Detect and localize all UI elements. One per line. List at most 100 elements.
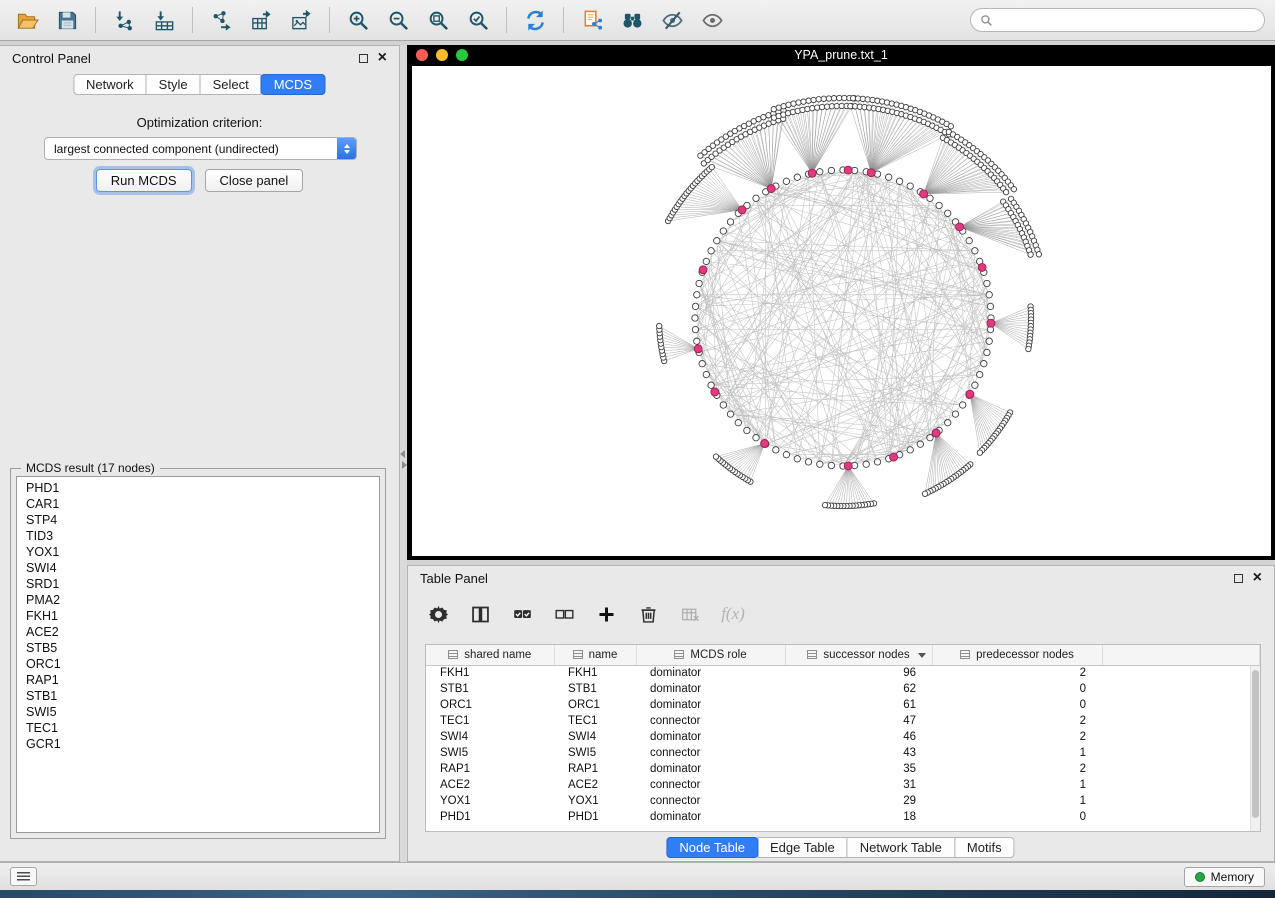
ring-node[interactable]: [692, 326, 698, 332]
ring-node[interactable]: [972, 248, 978, 254]
leaf-node[interactable]: [816, 97, 821, 102]
hide-selected-icon[interactable]: [655, 4, 689, 36]
ring-node[interactable]: [783, 452, 789, 458]
zoom-out-icon[interactable]: [381, 4, 415, 36]
tab-select[interactable]: Select: [200, 74, 262, 95]
import-table-file-icon[interactable]: [147, 4, 181, 36]
search-box[interactable]: [970, 8, 1265, 32]
mcds-result-item[interactable]: ACE2: [26, 624, 379, 640]
dominator-node[interactable]: [738, 206, 746, 214]
ring-node[interactable]: [817, 169, 823, 175]
leaf-node[interactable]: [826, 96, 831, 101]
mcds-result-item[interactable]: FKH1: [26, 608, 379, 624]
search-input[interactable]: [999, 13, 1255, 27]
function-builder-icon[interactable]: f(x): [718, 600, 746, 628]
ring-node[interactable]: [986, 338, 992, 344]
dominator-node[interactable]: [987, 319, 995, 327]
ring-node[interactable]: [735, 420, 741, 426]
dominator-node[interactable]: [966, 390, 974, 398]
column-header-name[interactable]: name: [554, 645, 636, 665]
leaf-node[interactable]: [822, 502, 827, 507]
dominator-node[interactable]: [956, 223, 964, 231]
search-network-icon[interactable]: [615, 4, 649, 36]
leaf-node[interactable]: [977, 450, 982, 455]
ring-node[interactable]: [986, 292, 992, 298]
ring-node[interactable]: [692, 315, 698, 321]
table-row[interactable]: ORC1ORC1dominator610: [426, 697, 1260, 713]
open-file-icon[interactable]: [10, 4, 44, 36]
mcds-result-item[interactable]: SWI5: [26, 704, 379, 720]
ring-node[interactable]: [966, 238, 972, 244]
leaf-node[interactable]: [796, 100, 801, 105]
ring-node[interactable]: [720, 228, 726, 234]
leaf-node[interactable]: [791, 101, 796, 106]
mcds-result-item[interactable]: CAR1: [26, 496, 379, 512]
memory-button[interactable]: Memory: [1184, 867, 1265, 887]
table-scrollbar[interactable]: [1250, 666, 1260, 831]
collapse-left-icon[interactable]: [400, 450, 405, 458]
ring-node[interactable]: [708, 248, 714, 254]
show-columns-icon[interactable]: [466, 600, 494, 628]
ring-node[interactable]: [936, 202, 942, 208]
leaf-node[interactable]: [786, 102, 791, 107]
tab-mcds[interactable]: MCDS: [261, 74, 325, 95]
ring-node[interactable]: [694, 338, 700, 344]
mcds-result-item[interactable]: YOX1: [26, 544, 379, 560]
scrollbar-thumb[interactable]: [1252, 670, 1259, 818]
ring-node[interactable]: [727, 219, 733, 225]
ring-node[interactable]: [984, 349, 990, 355]
dominator-node[interactable]: [920, 190, 928, 198]
leaf-node[interactable]: [1011, 187, 1016, 192]
leaf-node[interactable]: [801, 99, 806, 104]
zoom-in-icon[interactable]: [341, 4, 375, 36]
table-row[interactable]: TEC1TEC1connector472: [426, 713, 1260, 729]
vertical-splitter[interactable]: [400, 45, 407, 862]
save-icon[interactable]: [50, 4, 84, 36]
table-row[interactable]: ACE2ACE2connector311: [426, 777, 1260, 793]
leaf-node[interactable]: [922, 491, 927, 496]
ring-node[interactable]: [708, 382, 714, 388]
ring-node[interactable]: [917, 441, 923, 447]
table-row[interactable]: PHD1PHD1dominator180: [426, 809, 1260, 825]
ring-node[interactable]: [927, 195, 933, 201]
ring-node[interactable]: [863, 461, 869, 467]
mcds-result-item[interactable]: STB1: [26, 688, 379, 704]
dominator-node[interactable]: [699, 266, 707, 274]
zoom-fit-icon[interactable]: [421, 4, 455, 36]
mcds-result-item[interactable]: RAP1: [26, 672, 379, 688]
leaf-node[interactable]: [657, 323, 662, 328]
leaf-node[interactable]: [1028, 252, 1033, 257]
ring-node[interactable]: [896, 178, 902, 184]
mcds-result-item[interactable]: SRD1: [26, 576, 379, 592]
ring-node[interactable]: [727, 411, 733, 417]
leaf-node[interactable]: [837, 95, 842, 100]
tab-network-table[interactable]: Network Table: [847, 837, 955, 858]
column-header-predecessor-nodes[interactable]: predecessor nodes: [932, 645, 1102, 665]
status-menu-button[interactable]: [10, 867, 37, 886]
table-row[interactable]: YOX1YOX1connector291: [426, 793, 1260, 809]
ring-node[interactable]: [744, 427, 750, 433]
mcds-result-item[interactable]: SWI4: [26, 560, 379, 576]
deselect-all-rows-icon[interactable]: [550, 600, 578, 628]
delete-icon[interactable]: [634, 600, 662, 628]
close-panel-icon[interactable]: ×: [1253, 570, 1262, 586]
ring-node[interactable]: [907, 183, 913, 189]
dominator-node[interactable]: [767, 185, 775, 193]
chevron-down-icon[interactable]: [918, 653, 926, 658]
ring-node[interactable]: [805, 459, 811, 465]
ring-node[interactable]: [927, 435, 933, 441]
ring-node[interactable]: [828, 462, 834, 468]
dominator-node[interactable]: [761, 440, 769, 448]
ring-node[interactable]: [874, 459, 880, 465]
dominator-node[interactable]: [867, 169, 875, 177]
select-all-rows-icon[interactable]: [508, 600, 536, 628]
ring-node[interactable]: [907, 447, 913, 453]
ring-node[interactable]: [703, 258, 709, 264]
close-panel-icon[interactable]: ×: [378, 50, 387, 66]
dominator-node[interactable]: [978, 263, 986, 271]
tab-network[interactable]: Network: [73, 74, 147, 95]
ring-node[interactable]: [984, 280, 990, 286]
share-network-icon[interactable]: [575, 4, 609, 36]
mcds-result-item[interactable]: STB5: [26, 640, 379, 656]
leaf-node[interactable]: [713, 454, 718, 459]
